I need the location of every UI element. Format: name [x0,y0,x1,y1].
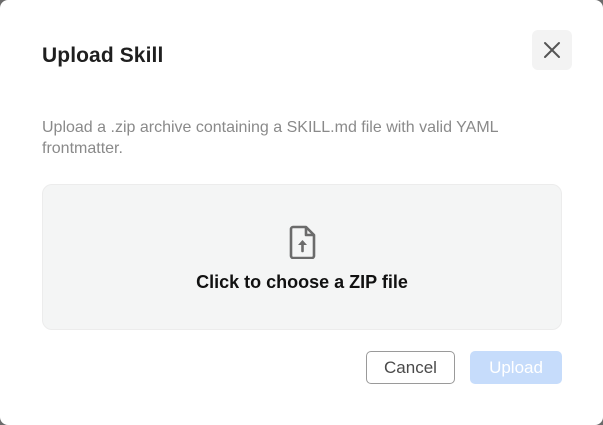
zip-dropzone[interactable]: Click to choose a ZIP file [42,184,562,330]
close-icon [544,42,560,58]
file-upload-icon [289,225,316,259]
dialog-description: Upload a .zip archive containing a SKILL… [42,119,498,157]
close-button[interactable] [532,30,572,70]
dialog-title: Upload Skill [42,44,164,67]
dropzone-label: Click to choose a ZIP file [196,272,408,292]
upload-button[interactable]: Upload [470,351,562,384]
cancel-button[interactable]: Cancel [366,351,455,384]
upload-skill-dialog: Upload Skill Upload a .zip archive conta… [0,0,603,425]
